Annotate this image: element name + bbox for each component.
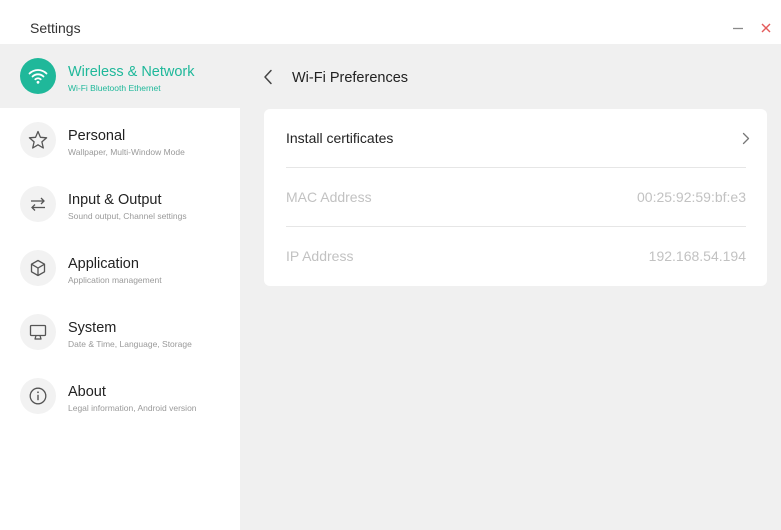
sidebar-item-sublabel: Legal information, Android version	[68, 403, 197, 413]
preferences-card: Install certificates MAC Address 00:25:9…	[264, 109, 767, 286]
sidebar-item-about[interactable]: About Legal information, Android version	[0, 364, 240, 428]
sidebar-item-label: Input & Output	[68, 192, 162, 208]
sidebar-item-label: Application	[68, 256, 139, 272]
row-label: IP Address	[286, 248, 354, 264]
monitor-icon	[20, 314, 56, 350]
ip-address-value: 192.168.54.194	[648, 248, 746, 264]
swap-arrows-icon	[20, 186, 56, 222]
window-title: Settings	[30, 20, 81, 36]
sidebar-item-personal[interactable]: Personal Wallpaper, Multi-Window Mode	[0, 108, 240, 172]
row-label: Install certificates	[286, 130, 394, 146]
install-certificates-row[interactable]: Install certificates	[286, 109, 750, 167]
main-panel: Wi-Fi Preferences Install certificates M…	[240, 44, 781, 530]
cube-icon	[20, 250, 56, 286]
chevron-right-icon	[740, 131, 752, 145]
sidebar-item-sublabel: Sound output, Channel settings	[68, 211, 187, 221]
sidebar-item-sublabel: Wallpaper, Multi-Window Mode	[68, 147, 185, 157]
title-bar: Settings	[0, 0, 781, 44]
mac-address-value: 00:25:92:59:bf:e3	[637, 189, 746, 205]
sidebar-item-sublabel: Wi-Fi Bluetooth Ethernet	[68, 83, 161, 93]
sidebar: Wireless & Network Wi-Fi Bluetooth Ether…	[0, 44, 240, 530]
mac-address-row: MAC Address 00:25:92:59:bf:e3	[286, 168, 746, 226]
sidebar-item-sublabel: Date & Time, Language, Storage	[68, 339, 192, 349]
sidebar-item-system[interactable]: System Date & Time, Language, Storage	[0, 300, 240, 364]
sidebar-item-label: About	[68, 384, 106, 400]
info-icon	[20, 378, 56, 414]
chevron-left-icon[interactable]	[260, 68, 276, 86]
ip-address-row: IP Address 192.168.54.194	[286, 227, 746, 285]
sidebar-item-label: Wireless & Network	[68, 64, 195, 80]
settings-window: Settings Wireless & Network Wi-Fi Blueto…	[0, 0, 781, 530]
page-title: Wi-Fi Preferences	[292, 70, 409, 86]
minimize-icon[interactable]	[730, 20, 746, 36]
page-header: Wi-Fi Preferences	[240, 44, 781, 108]
star-icon	[20, 122, 56, 158]
sidebar-item-input-output[interactable]: Input & Output Sound output, Channel set…	[0, 172, 240, 236]
sidebar-item-sublabel: Application management	[68, 275, 162, 285]
sidebar-item-application[interactable]: Application Application management	[0, 236, 240, 300]
sidebar-item-label: Personal	[68, 128, 126, 144]
wifi-icon	[20, 58, 56, 94]
row-label: MAC Address	[286, 189, 372, 205]
sidebar-item-wireless-network[interactable]: Wireless & Network Wi-Fi Bluetooth Ether…	[0, 44, 240, 108]
sidebar-item-label: System	[68, 320, 117, 336]
close-icon[interactable]	[758, 20, 774, 36]
